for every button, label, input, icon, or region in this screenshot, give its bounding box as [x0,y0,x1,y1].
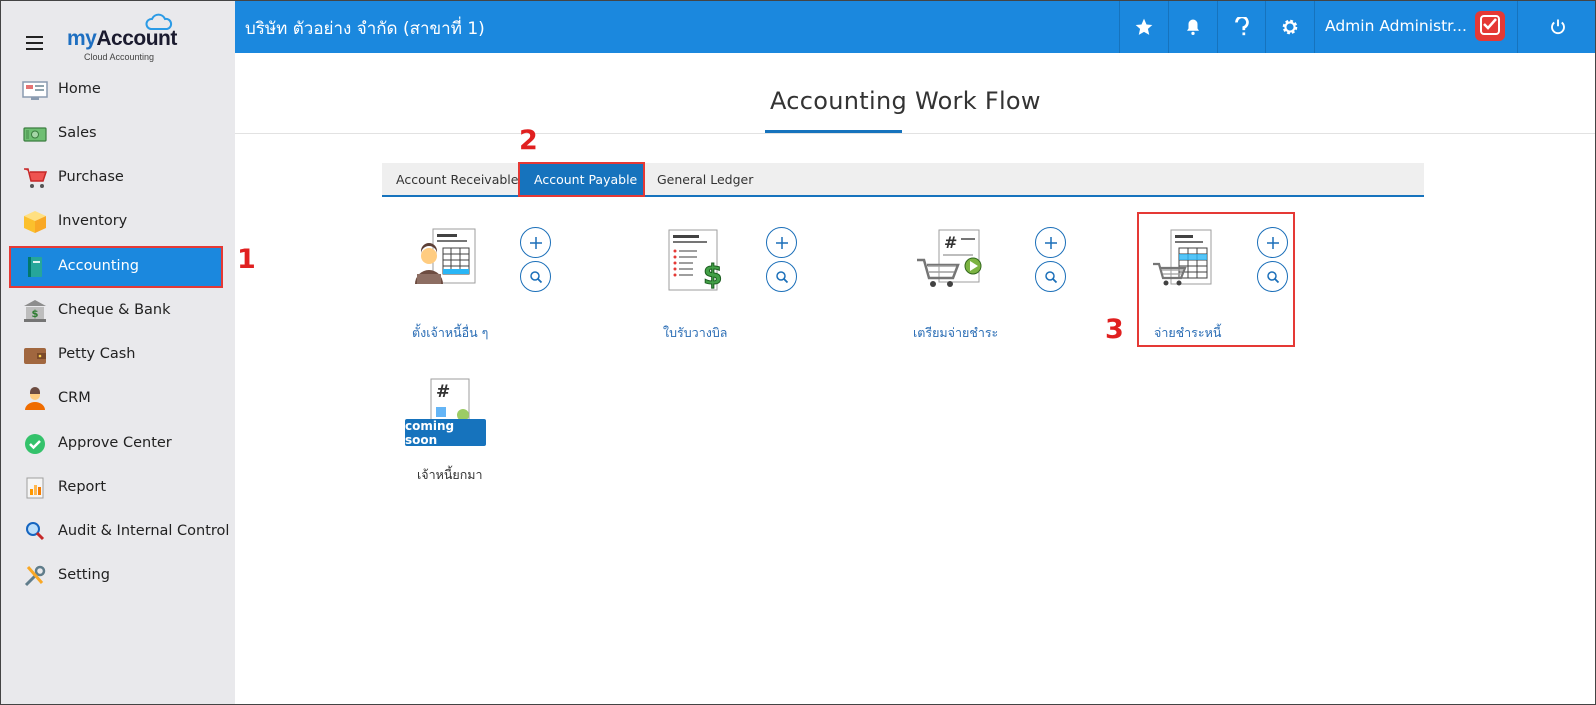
search-other-payable-button[interactable] [520,261,551,292]
card-label[interactable]: ใบรับวางบิล [663,323,727,343]
search-icon [529,270,542,283]
sidebar-item-petty-cash[interactable]: Petty Cash [9,334,223,376]
top-bar: บริษัท ตัวอย่าง จำกัด (สาขาที่ 1) Admin … [235,1,1595,53]
cart-payment-icon[interactable]: # [913,226,993,298]
search-icon [1044,270,1057,283]
question-icon [1234,17,1249,36]
add-bill-receipt-button[interactable] [766,227,797,258]
tools-icon [24,565,46,587]
card-label[interactable]: เตรียมจ่ายชำระ [913,323,998,343]
plus-icon [775,236,788,249]
sidebar: myAccount Cloud Accounting Home Sales Pu… [1,1,235,704]
gear-icon [1282,19,1297,35]
plus-icon [529,236,542,249]
svg-text:#: # [944,233,957,252]
magnifier-icon [26,522,45,541]
sidebar-item-crm[interactable]: CRM [9,378,223,420]
logo-text: myAccount [67,27,177,50]
sidebar-item-setting[interactable]: Setting [9,555,223,597]
sidebar-item-label: Petty Cash [58,346,136,362]
tab-general-ledger[interactable]: General Ledger [643,163,767,195]
invoice-dollar-icon[interactable]: $ [659,226,739,298]
favorites-button[interactable] [1119,1,1167,53]
star-icon [1135,18,1152,35]
sidebar-item-inventory[interactable]: Inventory [9,201,223,243]
bell-icon [1186,19,1199,36]
page-title: Accounting Work Flow [770,87,1041,115]
person-icon [25,387,45,410]
shopping-cart-icon [24,168,48,188]
brand: myAccount Cloud Accounting [1,1,235,71]
sidebar-item-label: Accounting [58,258,139,274]
title-divider [235,133,1595,134]
sidebar-item-label: Home [58,81,101,97]
workflow-tabs: Account Receivable Account Payable Gener… [382,162,1424,197]
sidebar-item-accounting[interactable]: Accounting [9,246,223,288]
power-icon [1550,19,1565,35]
add-other-payable-button[interactable] [520,227,551,258]
sidebar-item-label: Setting [58,567,110,583]
report-icon [26,477,44,499]
sidebar-item-purchase[interactable]: Purchase [9,157,223,199]
wallet-icon [24,348,46,364]
bank-icon: $ [24,300,46,322]
sidebar-item-label: Purchase [58,169,124,185]
tab-account-payable[interactable]: Account Payable [518,162,645,197]
settings-button[interactable] [1265,1,1313,53]
search-icon [1266,270,1279,283]
add-prepare-payment-button[interactable] [1035,227,1066,258]
svg-text:$: $ [703,258,722,291]
box-icon [24,211,46,233]
card-label[interactable]: ตั้งเจ้าหนี้อื่น ๆ [412,323,488,343]
add-debt-payment-button[interactable] [1257,227,1288,258]
plus-icon [1266,236,1279,249]
sidebar-item-approve-center[interactable]: Approve Center [9,423,223,465]
hamburger-menu-icon[interactable] [26,36,43,50]
search-bill-receipt-button[interactable] [766,261,797,292]
company-name: บริษัท ตัวอย่าง จำกัด (สาขาที่ 1) [245,19,485,39]
businessman-ledger-icon[interactable] [409,226,489,298]
sidebar-item-label: Audit & Internal Control [58,523,230,539]
notifications-button[interactable] [1168,1,1216,53]
step-marker-2: 2 [519,125,538,156]
avatar-shield-icon [1475,11,1505,41]
svg-text:$: $ [32,309,39,320]
sidebar-item-cheque-bank[interactable]: $ Cheque & Bank [9,290,223,332]
help-button[interactable] [1217,1,1265,53]
step-marker-3: 3 [1105,314,1124,345]
sidebar-item-home[interactable]: Home [9,69,223,111]
sidebar-item-label: CRM [58,390,91,406]
sidebar-item-sales[interactable]: Sales [9,113,223,155]
coming-soon-badge: coming soon [405,419,486,447]
sidebar-item-label: Cheque & Bank [58,302,171,318]
sidebar-item-label: Report [58,479,107,495]
search-debt-payment-button[interactable] [1257,261,1288,292]
card-label[interactable]: จ่ายชำระหนี้ [1154,323,1221,343]
sidebar-item-audit[interactable]: Audit & Internal Control [9,511,229,553]
search-icon [775,270,788,283]
user-menu[interactable]: Admin Administr... [1314,1,1516,53]
card-label: เจ้าหนี้ยกมา [417,467,483,482]
search-prepare-payment-button[interactable] [1035,261,1066,292]
sidebar-item-label: Approve Center [58,435,172,451]
sidebar-item-report[interactable]: Report [9,467,223,509]
cart-ledger-icon[interactable] [1151,226,1231,298]
logo-subtitle: Cloud Accounting [84,52,155,62]
sidebar-item-label: Inventory [58,213,128,229]
ledger-book-icon [28,257,42,277]
cash-icon [23,127,47,142]
step-marker-1: 1 [237,244,256,275]
plus-icon [1044,236,1057,249]
svg-text:#: # [436,382,450,402]
app-window: myAccount Cloud Accounting Home Sales Pu… [0,0,1596,705]
check-circle-icon [25,434,45,454]
carry-forward-icon: # [430,378,470,421]
sidebar-item-label: Sales [58,125,97,141]
home-monitor-icon [22,81,48,100]
logo[interactable]: myAccount Cloud Accounting [67,13,187,65]
user-name: Admin Administr... [1325,17,1467,35]
tab-account-receivable[interactable]: Account Receivable [382,163,532,195]
logout-button[interactable] [1517,1,1595,53]
